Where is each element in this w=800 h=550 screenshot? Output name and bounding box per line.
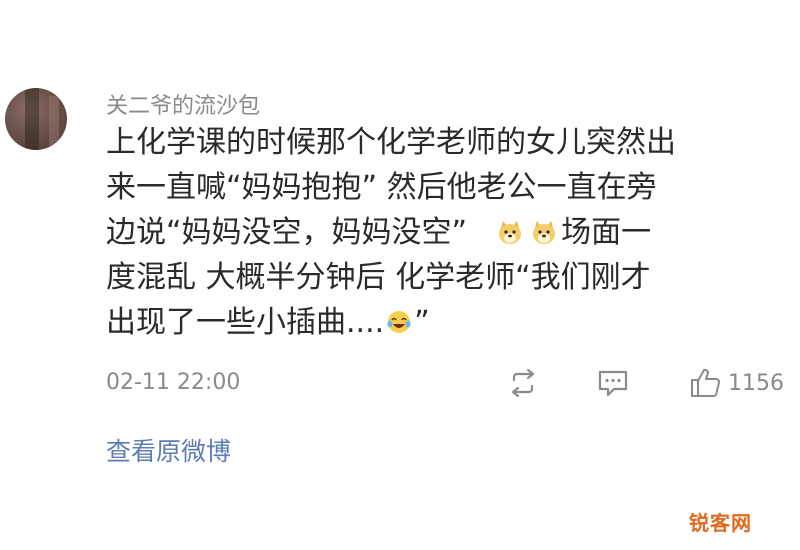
comment-line-1: 上化学课的时候那个化学老师的女儿突然出 (106, 125, 676, 160)
comment-line-5-text: 出现了一些小插曲.... (106, 305, 385, 340)
comment-line-2: 来一直喊“妈妈抱抱” 然后他老公一直在旁 (106, 170, 657, 205)
comment-line-3: 边说“妈妈没空，妈妈没空” 场面一 (106, 210, 796, 255)
like-button[interactable]: 1156 (688, 366, 784, 400)
comment-text: 上化学课的时候那个化学老师的女儿突然出 来一直喊“妈妈抱抱” 然后他老公一直在旁… (106, 120, 796, 345)
watermark-logo: 锐客网 (689, 511, 752, 535)
repost-icon[interactable] (506, 368, 540, 398)
avatar-highlight (49, 96, 59, 150)
view-original-weibo-link[interactable]: 查看原微博 (106, 432, 231, 468)
comment-icon[interactable] (596, 368, 630, 398)
avatar[interactable] (5, 88, 67, 150)
comment-line-3-text: 边说“妈妈没空，妈妈没空” (106, 215, 468, 250)
like-count: 1156 (728, 370, 784, 396)
timestamp: 02-11 22:00 (106, 370, 241, 395)
doge-emoji-icon (533, 221, 556, 244)
comment-line-5-tail: ” (414, 305, 430, 340)
comment-line-3-tail: 场面一 (561, 215, 652, 250)
comment-card: 关二爷的流沙包 上化学课的时候那个化学老师的女儿突然出 来一直喊“妈妈抱抱” 然… (0, 0, 800, 550)
comment-line-5: 出现了一些小插曲.... ” (106, 300, 796, 345)
comment-meta-row: 02-11 22:00 1156 (106, 366, 796, 402)
comment-line-4: 度混乱 大概半分钟后 化学老师“我们刚才 (106, 260, 651, 295)
doge-emoji-icon (499, 221, 522, 244)
thumbs-up-icon (691, 368, 720, 397)
avatar-shade (25, 88, 39, 150)
username[interactable]: 关二爷的流沙包 (106, 88, 260, 120)
laughing-crying-emoji-icon (387, 311, 411, 333)
